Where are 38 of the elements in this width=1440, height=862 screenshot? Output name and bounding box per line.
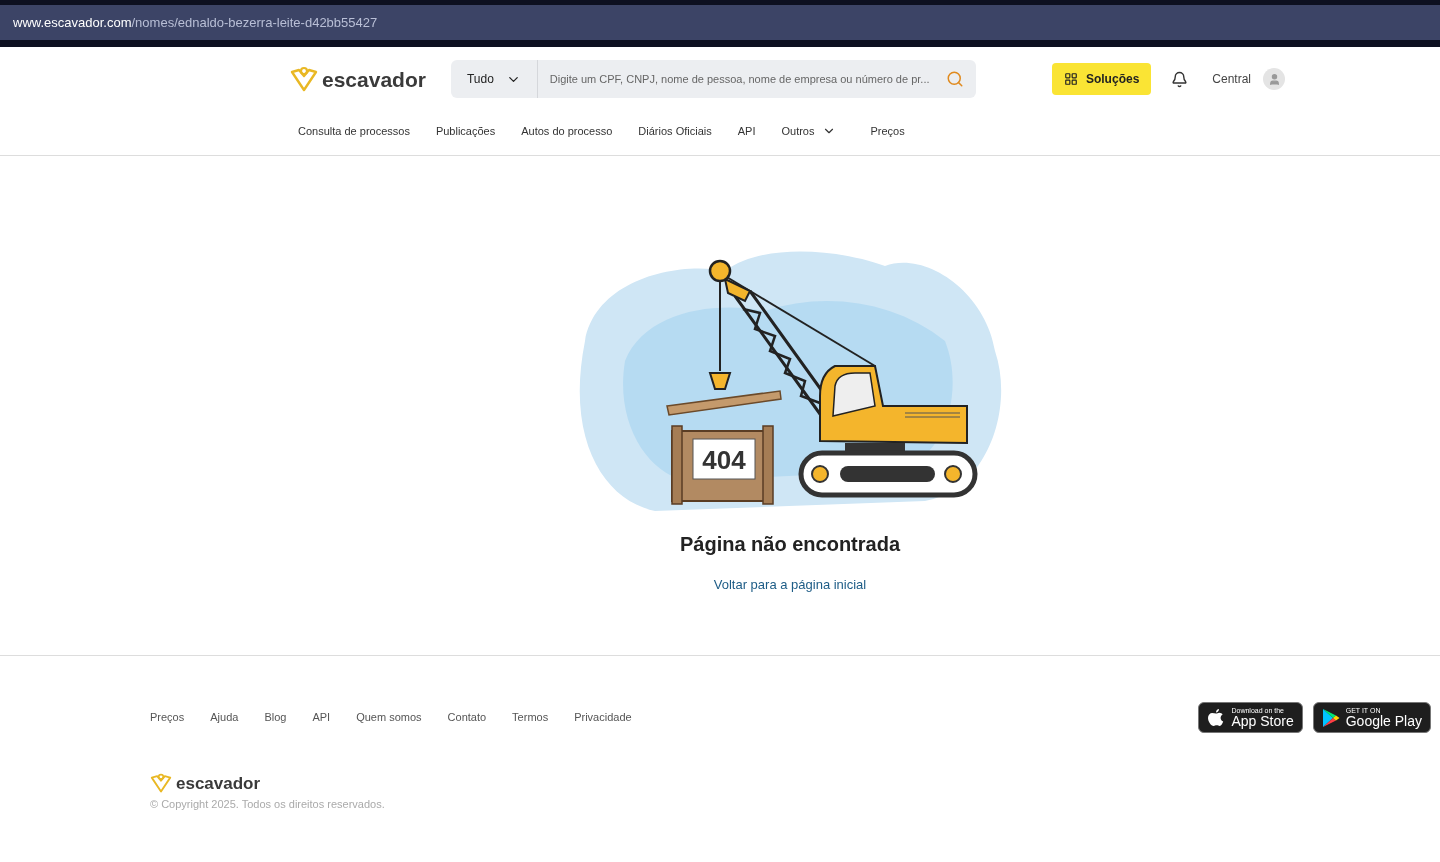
search-icon[interactable] <box>945 70 964 88</box>
badge-title: App Store <box>1231 714 1294 728</box>
footer-link[interactable]: Quem somos <box>356 709 422 726</box>
footer-link[interactable]: Ajuda <box>210 709 239 726</box>
logo-icon <box>290 66 318 92</box>
url-text: www.escavador.com/nomes/ednaldo-bezerra-leite-d42bb55427 <box>13 13 378 32</box>
logo-text: escavador <box>176 774 261 792</box>
footer-link[interactable]: Contato <box>447 709 487 726</box>
play-icon <box>1321 707 1340 728</box>
solutions-button[interactable]: Soluções <box>1051 63 1152 95</box>
footer-link[interactable]: Blog <box>264 709 287 726</box>
error-code-sign: 404 <box>702 445 746 475</box>
footer-link[interactable]: Termos <box>512 709 549 726</box>
nav-dropdown[interactable]: Outros <box>781 122 837 140</box>
grid-icon <box>1063 72 1078 86</box>
avatar[interactable] <box>1263 68 1285 90</box>
user-icon <box>1267 72 1281 86</box>
notification-icon[interactable] <box>1171 70 1189 88</box>
search-field[interactable]: Tudo Digite um CPF, CNPJ, nome de pessoa, nome de empresa ou número de pr... <box>450 60 976 98</box>
scope-dropdown[interactable]: Tudo <box>450 60 538 98</box>
address-bar[interactable]: www.escavador.com/nomes/ednaldo-bezerra-leite-d42bb55427 <box>0 0 1440 47</box>
logo-icon <box>150 773 172 793</box>
footer-link[interactable]: API <box>312 709 331 726</box>
error-title: Página não encontrada <box>679 532 901 557</box>
copyright-text: © Copyright 2025. Todos os direitos reservados. <box>150 797 386 812</box>
account-link[interactable]: Central <box>1212 70 1251 88</box>
badge-title: Google Play <box>1345 714 1422 728</box>
nav-link[interactable]: Consulta de processos <box>298 122 410 140</box>
footer-link[interactable]: Privacidade <box>574 709 632 726</box>
nav-link[interactable]: Autos do processo <box>521 122 613 140</box>
footer-link[interactable]: Preços <box>150 709 185 726</box>
nav-link[interactable]: Diários Oficiais <box>638 122 712 140</box>
home-link[interactable]: Voltar para a página inicial <box>713 575 867 595</box>
logo-text: escavador <box>322 68 426 90</box>
nav-link[interactable]: Publicações <box>435 122 496 140</box>
apple-icon <box>1207 707 1226 728</box>
nav-link[interactable]: API <box>737 122 756 140</box>
nav-link[interactable]: Preços <box>870 122 905 140</box>
